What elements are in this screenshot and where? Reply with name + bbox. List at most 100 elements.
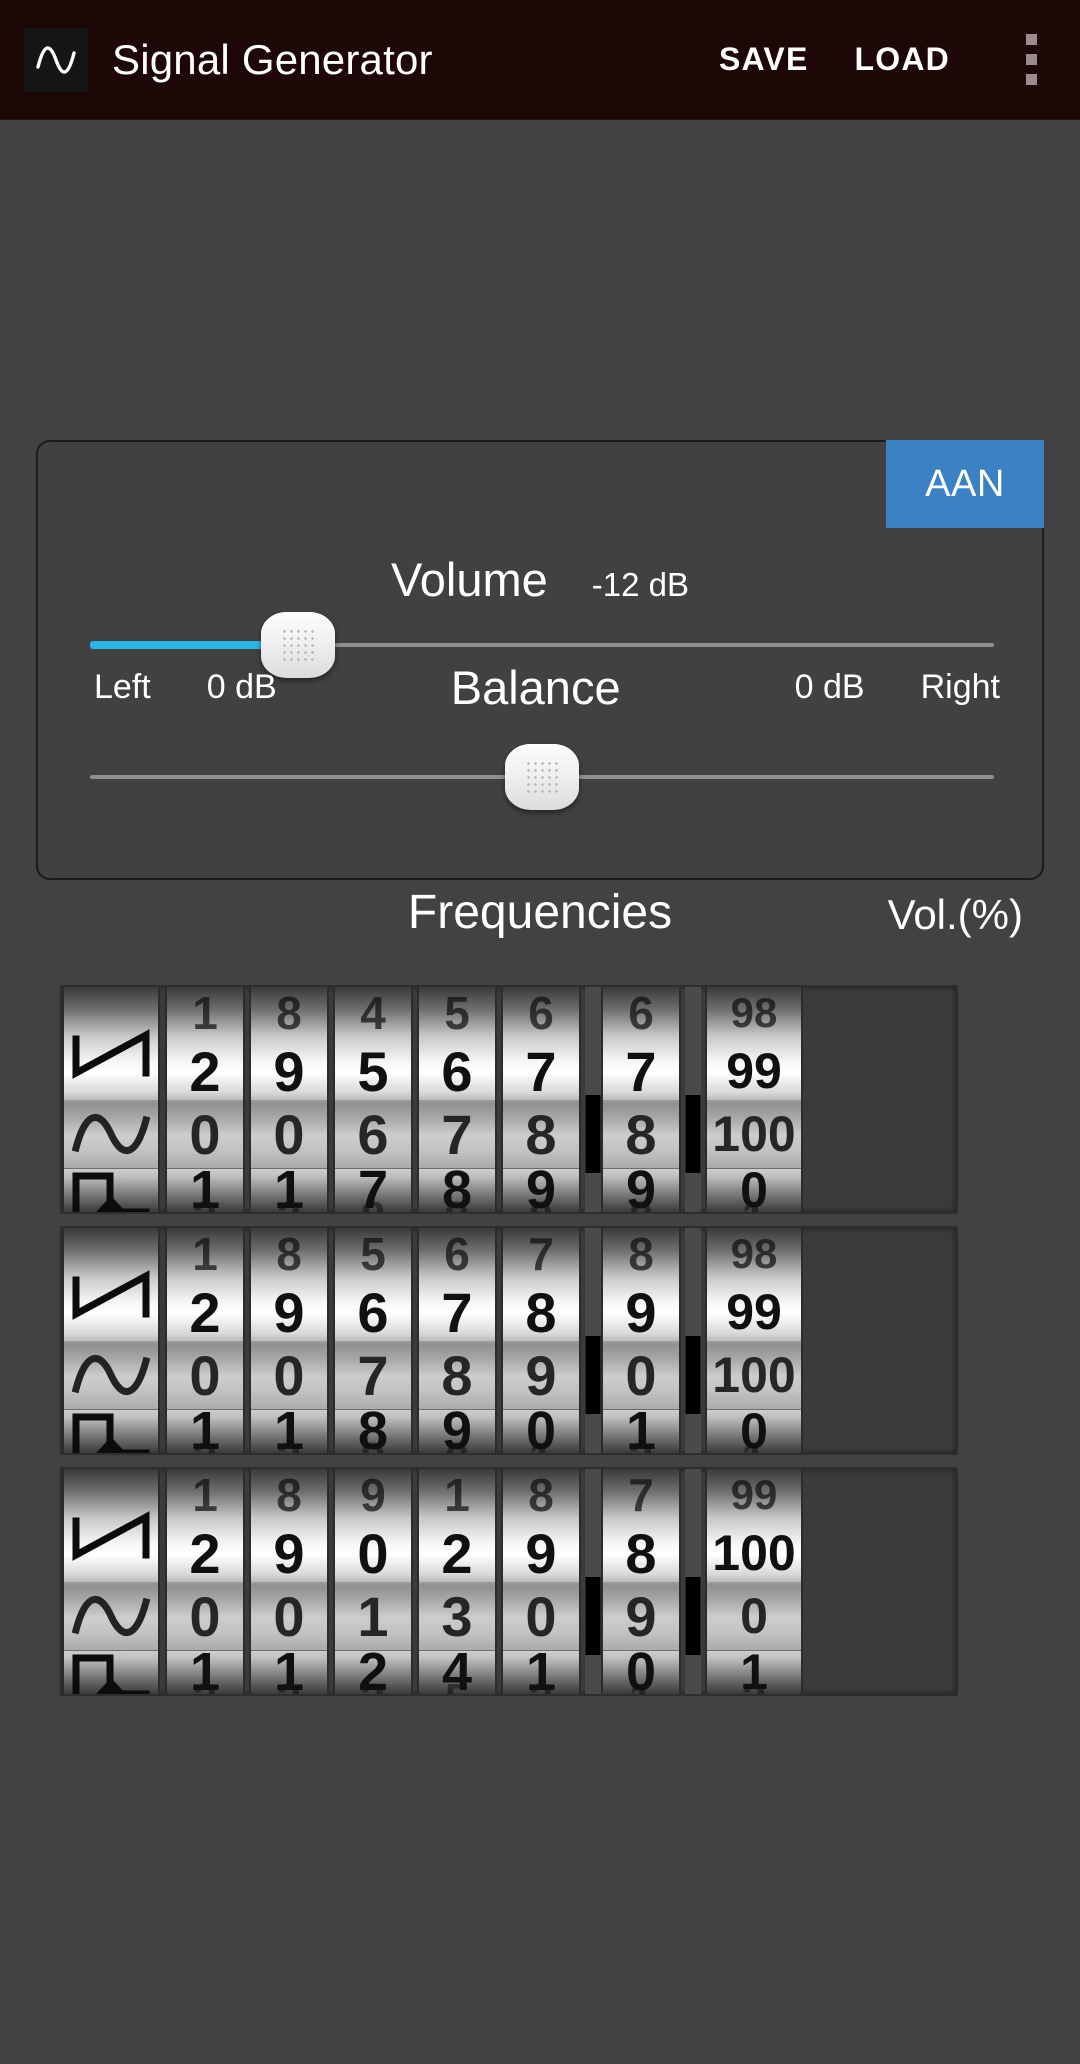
wheel-value-above: 99 [726,1284,782,1340]
wheel-value-above: 100 [712,1525,796,1581]
wheel-value-above: 5 [357,1039,389,1103]
balance-left-label: Left [94,668,151,706]
wheel-value-above: 2 [189,1521,221,1585]
wheel-value-below2: 2 [251,1193,327,1212]
wheel-value-below2: 1 [503,1434,579,1453]
wheel-value-below2: 2 [167,1675,243,1694]
wheel-value-below2: 2 [167,1193,243,1212]
wheel-value-below2: 0 [503,1193,579,1212]
frequency-digit-2[interactable]: 89012 [249,1228,329,1453]
wheel-value-below2: 2 [251,1675,327,1694]
wheel-value-below2: 1 [707,1193,801,1212]
wheel-value-above: 8 [525,1280,557,1344]
wheel-value-below2: 3 [335,1675,411,1694]
frequency-digit-5[interactable]: 67890 [501,987,581,1212]
balance-slider[interactable] [90,734,994,820]
column-separator-mark [685,1336,701,1414]
wheel-value-above: 8 [625,1521,657,1585]
wheel-value-above: 99 [726,1043,782,1099]
frequency-digit-1[interactable]: 12012 [165,1469,245,1694]
wheel-value-below2: 2 [503,1675,579,1694]
frequency-digit-1[interactable]: 12012 [165,1228,245,1453]
aan-toggle-button[interactable]: AAN [886,440,1044,528]
column-separator [685,1469,701,1694]
frequency-decimal-1[interactable]: 67890 [601,987,681,1212]
frequency-digit-3[interactable]: 90123 [333,1469,413,1694]
sawtooth-icon [64,1501,158,1573]
volume-header: Volume -12 dB [38,552,1042,607]
wheel-value-above: 0 [357,1521,389,1585]
wheel-value-below2: 2 [707,1675,801,1694]
balance-label: Balance [450,661,621,714]
decimal-separator-mark [585,1095,601,1173]
sine-icon [64,1340,158,1410]
audio-panel: AAN Volume -12 dB Left 0 dB Balance 0 dB… [36,440,1044,880]
frequency-digit-4[interactable]: 56789 [417,987,497,1212]
wheel-value-above: 9 [273,1521,305,1585]
volume-wheel[interactable]: 99100012 [705,1469,803,1694]
frequency-digit-2[interactable]: 89012 [249,987,329,1212]
triangle-icon [64,1199,158,1212]
volume-wheel[interactable]: 989910001 [705,1228,803,1453]
column-separator-mark [685,1577,701,1655]
wheel-value-below2: 2 [251,1434,327,1453]
overflow-menu-icon[interactable] [996,12,1066,108]
wheel-value-below2: 0 [603,1193,679,1212]
wheel-value-below2: 9 [419,1193,495,1212]
save-button[interactable]: SAVE [719,41,809,78]
waveform-wheel[interactable] [62,987,160,1212]
grip-icon [525,760,559,794]
frequency-decimal-1[interactable]: 78901 [601,1469,681,1694]
column-separator [685,987,701,1212]
waveform-wheel[interactable] [62,1469,160,1694]
wheel-value-above: 6 [441,1039,473,1103]
sine-icon [64,1581,158,1651]
wheel-value-below2: 2 [603,1434,679,1453]
balance-right-label: Right [920,668,1000,706]
frequency-digit-3[interactable]: 56789 [333,1228,413,1453]
frequency-digit-3[interactable]: 45678 [333,987,413,1212]
frequency-row[interactable]: 120128901245678567896789067890989910001 [60,985,958,1214]
wheel-value-above: 2 [189,1039,221,1103]
app-bar: Signal Generator SAVE LOAD [0,0,1080,120]
wheel-value-above: 2 [441,1521,473,1585]
frequency-digit-4[interactable]: 12345 [417,1469,497,1694]
waveform-wheel[interactable] [62,1228,160,1453]
frequency-decimal-1[interactable]: 89012 [601,1228,681,1453]
balance-labels: Left 0 dB Balance 0 dB Right [38,660,1042,715]
wheel-value-below2: 1 [707,1434,801,1453]
balance-right-value: 0 dB [794,668,865,706]
frequency-wheel-list: 1201289012456785678967890678909899100011… [60,985,1020,1708]
frequency-digit-2[interactable]: 89012 [249,1469,329,1694]
volume-percent-header: Vol.(%) [887,891,1023,938]
volume-label: Volume [390,553,548,606]
load-button[interactable]: LOAD [855,41,950,78]
sawtooth-icon [64,1019,158,1091]
frequency-digit-4[interactable]: 67890 [417,1228,497,1453]
volume-wheel[interactable]: 989910001 [705,987,803,1212]
frequency-row[interactable]: 120128901256789678907890189012989910001 [60,1226,958,1455]
balance-slider-thumb[interactable] [505,744,579,810]
wheel-value-below2: 9 [335,1434,411,1453]
wheel-value-above: 6 [357,1280,389,1344]
frequencies-header: Frequencies Vol.(%) [0,885,1080,955]
wheel-value-above: 9 [273,1280,305,1344]
sawtooth-icon [64,1260,158,1332]
decimal-separator-mark [585,1577,601,1655]
frequency-digit-5[interactable]: 78901 [501,1228,581,1453]
triangle-icon [64,1440,158,1453]
frequency-digit-1[interactable]: 12012 [165,987,245,1212]
frequency-digit-5[interactable]: 89012 [501,1469,581,1694]
column-separator [685,1228,701,1453]
wheel-value-below2: 2 [167,1434,243,1453]
decimal-separator [585,987,601,1212]
frequency-row[interactable]: 12012890129012312345890127890199100012 [60,1467,958,1696]
wheel-value-above: 7 [625,1039,657,1103]
sine-icon [64,1099,158,1169]
wheel-value-below2: 1 [603,1675,679,1694]
grip-icon [280,628,315,662]
page-title: Signal Generator [112,35,433,83]
wheel-value-below2: 0 [419,1434,495,1453]
triangle-icon [64,1681,158,1694]
wheel-value-below2: 5 [419,1675,495,1694]
